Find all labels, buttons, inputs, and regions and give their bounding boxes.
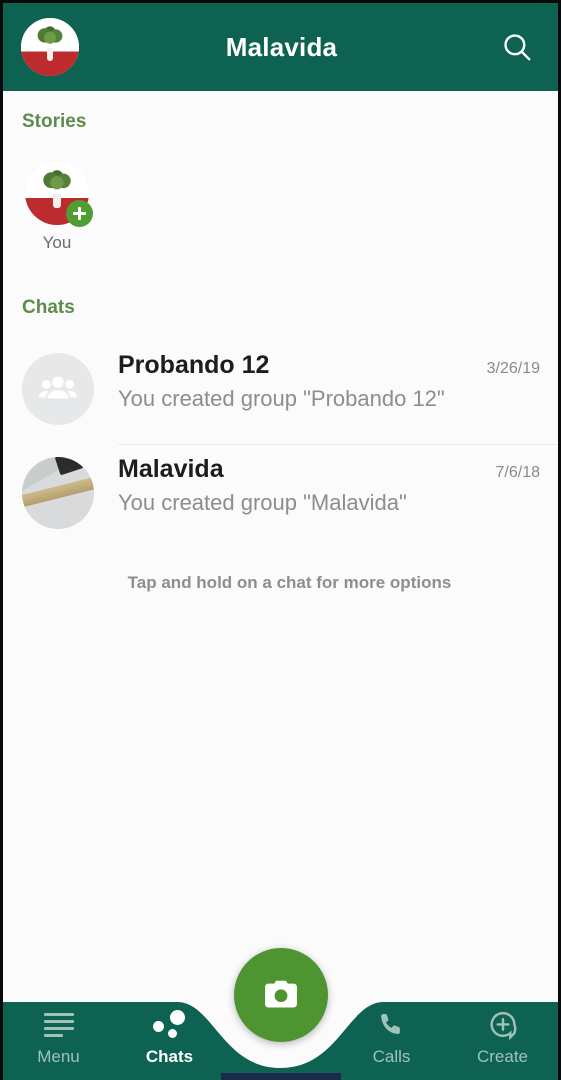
nav-item-create[interactable]: Create	[447, 988, 558, 1080]
chat-date: 3/26/19	[486, 360, 540, 377]
chat-line-top: Malavida 7/6/18	[118, 455, 540, 484]
search-icon[interactable]	[494, 24, 540, 70]
stories-section-title: Stories	[22, 111, 87, 132]
nav-item-chats[interactable]: Chats	[114, 988, 225, 1080]
chat-avatar[interactable]	[22, 457, 94, 529]
camera-icon	[264, 980, 297, 1008]
plus-bubble-icon	[487, 1008, 519, 1042]
bottom-nav-area: Menu Chats Calls Create	[3, 940, 558, 1080]
nav-item-calls[interactable]: Calls	[336, 988, 447, 1080]
chat-date: 7/6/18	[495, 464, 540, 481]
phone-icon	[377, 1008, 407, 1042]
avatar-image	[21, 18, 79, 76]
camera-fab-button[interactable]	[233, 948, 328, 1042]
story-avatar-wrap	[25, 161, 93, 227]
chats-section-title: Chats	[22, 297, 75, 318]
chat-body: Probando 12 3/26/19 You created group "P…	[118, 351, 540, 412]
chat-hint-text: Tap and hold on a chat for more options	[127, 573, 452, 592]
table-row[interactable]: Malavida 7/6/18 You created group "Malav…	[3, 445, 558, 549]
nav-label: Chats	[145, 1046, 194, 1066]
table-row[interactable]: Probando 12 3/26/19 You created group "P…	[3, 341, 558, 445]
home-indicator	[220, 1073, 341, 1080]
nav-label: Calls	[372, 1046, 411, 1066]
nav-label: Create	[476, 1046, 529, 1066]
chat-line-top: Probando 12 3/26/19	[118, 351, 540, 380]
hamburger-icon	[43, 1008, 74, 1042]
chat-list: Probando 12 3/26/19 You created group "P…	[3, 341, 558, 549]
plus-icon[interactable]	[66, 200, 93, 227]
chat-name: Probando 12	[118, 351, 270, 379]
page-title: Malavida	[225, 31, 338, 62]
nav-item-menu[interactable]: Menu	[3, 988, 114, 1080]
chat-name: Malavida	[118, 455, 224, 483]
app-header: Malavida	[3, 3, 558, 91]
story-item-you[interactable]: You	[22, 161, 93, 253]
group-avatar[interactable]	[22, 353, 94, 425]
group-icon	[22, 353, 94, 425]
chat-preview: You created group "Malavida"	[118, 490, 407, 515]
profile-avatar[interactable]	[21, 18, 79, 76]
stories-row: You	[22, 161, 93, 253]
avatar-photo	[22, 457, 94, 529]
story-label: You	[42, 233, 72, 252]
chat-preview: You created group "Probando 12"	[118, 386, 445, 411]
chat-dots-icon	[152, 1008, 187, 1042]
app-screen: Malavida Stories You Chats Probando 12 3…	[0, 0, 561, 1080]
nav-label: Menu	[37, 1046, 80, 1066]
chat-body: Malavida 7/6/18 You created group "Malav…	[118, 455, 540, 516]
